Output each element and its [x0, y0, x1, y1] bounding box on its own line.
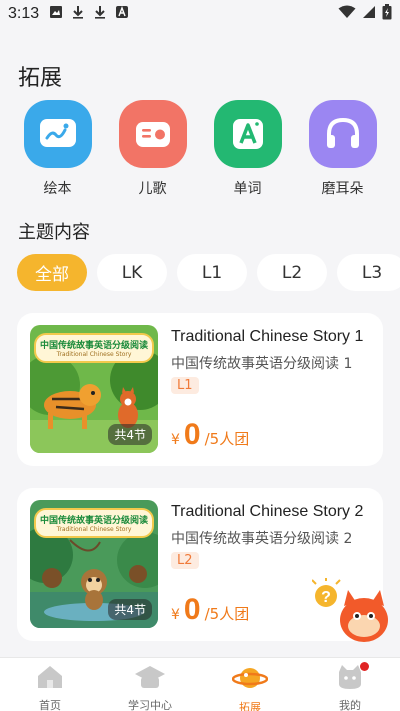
cover-title-en: Traditional Chinese Story	[56, 526, 132, 533]
lesson-count-badge: 共4节	[108, 424, 152, 445]
price-amount: 0	[183, 593, 201, 626]
quick-entry-label: 单词	[233, 181, 262, 197]
learning-center-icon	[133, 664, 167, 694]
status-time: 3:13	[8, 5, 40, 22]
word-card-icon	[213, 100, 282, 168]
notification-dot	[360, 662, 369, 671]
quick-entry-label: 儿歌	[138, 181, 167, 197]
price-amount: 0	[183, 418, 201, 451]
nav-home[interactable]: 首页	[0, 658, 100, 711]
filter-chip-lk[interactable]: LK	[97, 254, 167, 291]
quick-entry-label: 绘本	[43, 181, 72, 197]
price-currency: ¥	[171, 607, 180, 623]
nav-profile[interactable]: 我的	[300, 658, 400, 711]
cover-title-banner: 中国传统故事英语分级阅读 Traditional Chinese Story	[34, 508, 154, 538]
filter-chip-l2[interactable]: L2	[257, 254, 327, 291]
signal-icon	[362, 5, 376, 23]
course-title: Traditional Chinese Story 2	[171, 503, 364, 520]
nav-label: 我的	[339, 699, 361, 711]
level-tag: L1	[171, 377, 199, 394]
nav-expand[interactable]: 拓展	[200, 658, 300, 711]
group-price: ¥ 0 /5人团	[171, 593, 249, 627]
cover-title-cn: 中国传统故事英语分级阅读	[39, 516, 148, 526]
cover-title-cn: 中国传统故事英语分级阅读	[39, 341, 148, 351]
picture-book-icon	[23, 100, 92, 168]
radio-icon	[118, 100, 187, 168]
download-icon	[71, 5, 85, 23]
planet-icon	[231, 664, 269, 696]
status-bar: 3:13	[0, 0, 400, 28]
group-size-label: /5人团	[204, 430, 250, 448]
quick-entry-words[interactable]: 单词	[208, 100, 288, 198]
quick-entry-ear-training[interactable]: 磨耳朵	[303, 100, 383, 198]
status-indicators	[338, 4, 392, 24]
filter-chip-l1[interactable]: L1	[177, 254, 247, 291]
quick-entry-nursery-rhymes[interactable]: 儿歌	[113, 100, 193, 198]
svg-text:?: ?	[321, 589, 331, 606]
quick-entry-row: 绘本 儿歌 单词 磨耳朵	[0, 100, 400, 198]
filter-chip-l3[interactable]: L3	[337, 254, 400, 291]
nav-label: 拓展	[239, 701, 261, 711]
group-price: ¥ 0 /5人团	[171, 418, 249, 452]
cover-title-en: Traditional Chinese Story	[56, 351, 132, 358]
filter-chip-all[interactable]: 全部	[17, 254, 87, 291]
gallery-notification-icon	[49, 5, 63, 23]
course-card[interactable]: 中国传统故事英语分级阅读 Traditional Chinese Story 共…	[17, 313, 383, 466]
app-notification-icon	[115, 5, 129, 23]
section-title: 主题内容	[18, 222, 90, 243]
download-icon	[93, 5, 107, 23]
cover-title-banner: 中国传统故事英语分级阅读 Traditional Chinese Story	[34, 333, 154, 363]
quick-entry-picture-book[interactable]: 绘本	[18, 100, 98, 198]
nav-label: 首页	[39, 699, 61, 711]
course-title: Traditional Chinese Story 1	[171, 328, 364, 345]
page-title: 拓展	[18, 66, 63, 91]
headphones-icon	[308, 100, 377, 168]
course-subtitle: 中国传统故事英语分级阅读 1	[171, 356, 353, 372]
help-mascot-button[interactable]: ?	[311, 576, 392, 648]
course-cover-image: 中国传统故事英语分级阅读 Traditional Chinese Story 共…	[30, 325, 158, 453]
price-currency: ¥	[171, 432, 180, 448]
lesson-count-badge: 共4节	[108, 599, 152, 620]
battery-icon	[382, 4, 392, 24]
course-cover-image: 中国传统故事英语分级阅读 Traditional Chinese Story 共…	[30, 500, 158, 628]
group-size-label: /5人团	[204, 605, 250, 623]
level-tag: L2	[171, 552, 199, 569]
home-icon	[35, 664, 65, 694]
nav-label: 学习中心	[128, 699, 172, 711]
bottom-navigation: 首页 学习中心 拓展 我的	[0, 657, 400, 711]
wifi-icon	[338, 5, 356, 23]
level-filter-row: 全部 LK L1 L2 L3	[17, 254, 400, 291]
quick-entry-label: 磨耳朵	[321, 181, 364, 197]
nav-learning-center[interactable]: 学习中心	[100, 658, 200, 711]
course-subtitle: 中国传统故事英语分级阅读 2	[171, 531, 353, 547]
